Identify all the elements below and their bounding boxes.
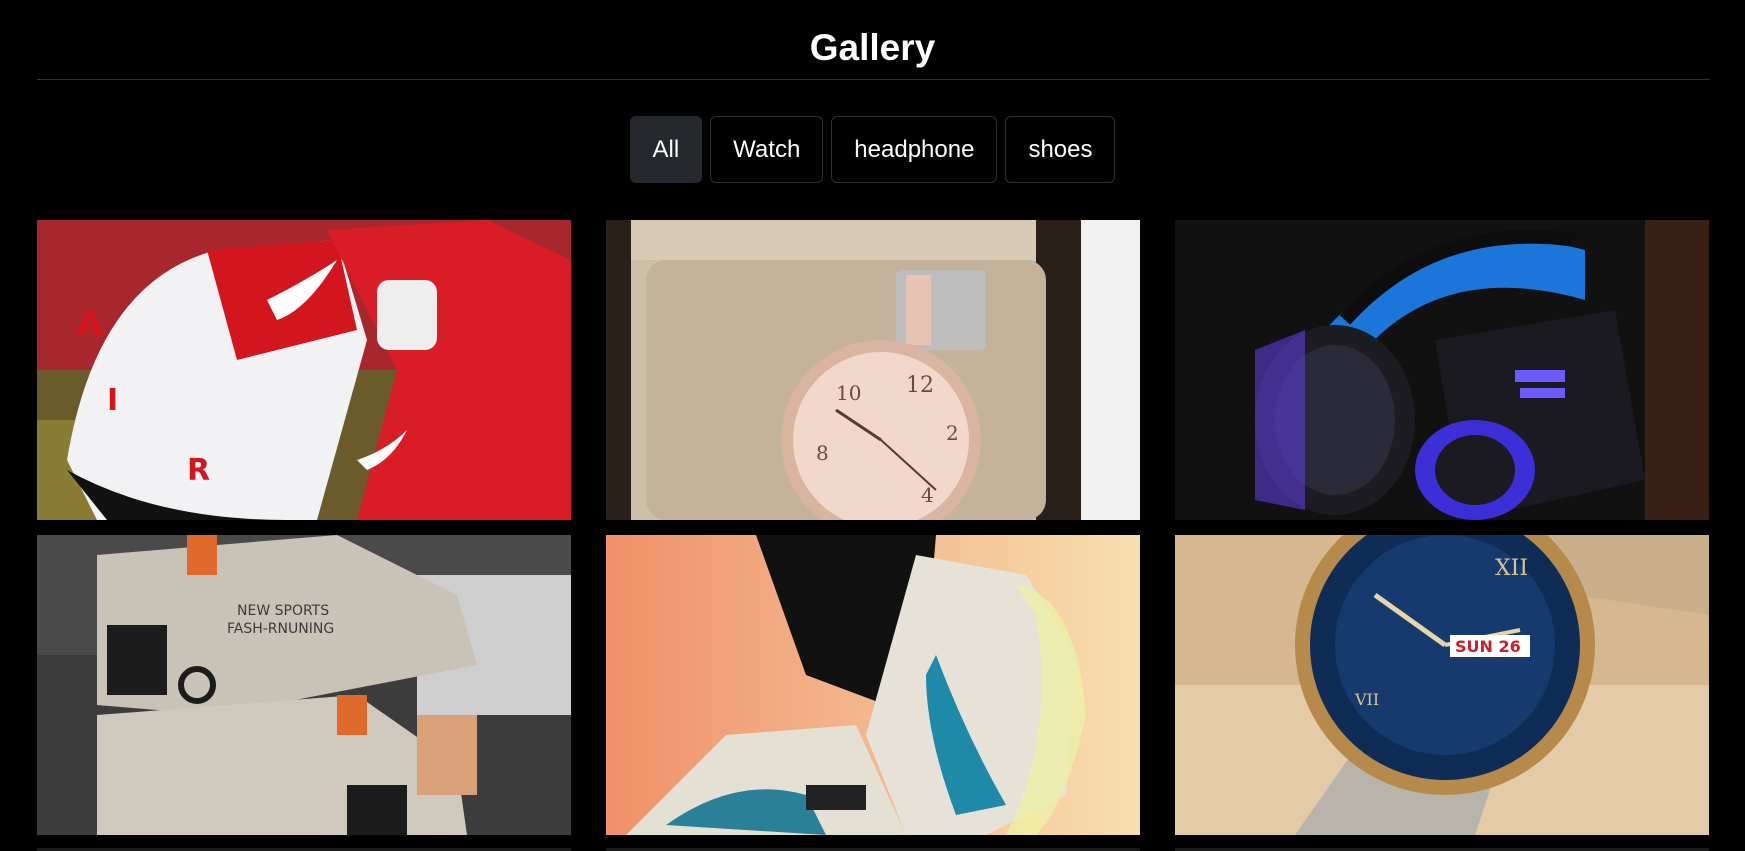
svg-text:XII: XII	[1495, 556, 1528, 581]
svg-text:R: R	[187, 453, 210, 488]
svg-text:SUN 26: SUN 26	[1455, 637, 1521, 656]
headphone-image	[1175, 220, 1709, 520]
filter-all-button[interactable]: All	[629, 116, 703, 183]
filter-bar: All Watch headphone shoes	[0, 116, 1745, 183]
filter-shoes-button[interactable]: shoes	[1005, 116, 1116, 183]
svg-text:8: 8	[816, 441, 829, 465]
svg-text:A: A	[77, 304, 104, 344]
watch-image: SUN 26 XII VII	[1175, 535, 1709, 835]
gallery-item-red-white-sneakers[interactable]: A I R	[37, 220, 571, 520]
gallery-item-rose-gold-watch[interactable]: 10 12 2 8 4	[606, 220, 1140, 520]
title-divider	[37, 79, 1710, 80]
sneaker-image: NEW SPORTS FASH-RNUNING	[37, 535, 571, 835]
gallery-item-running-shoe[interactable]	[606, 535, 1140, 835]
filter-headphone-button[interactable]: headphone	[831, 116, 998, 183]
svg-text:NEW SPORTS: NEW SPORTS	[237, 603, 329, 619]
gallery-item-gaming-headset[interactable]	[1175, 220, 1709, 520]
gallery-grid: A I R 10 12 2 8 4 NEW SPORTS FASH-RNUNIN…	[37, 220, 1710, 835]
svg-text:VII: VII	[1354, 690, 1379, 709]
svg-text:12: 12	[906, 373, 934, 398]
svg-text:2: 2	[946, 421, 959, 445]
gallery-item-grey-sneakers[interactable]: NEW SPORTS FASH-RNUNING	[37, 535, 571, 835]
gallery-page: Gallery All Watch headphone shoes A I R …	[0, 0, 1745, 851]
watch-image: 10 12 2 8 4	[606, 220, 1140, 520]
sneaker-image: A I R	[37, 220, 571, 520]
gallery-item-blue-dial-watch[interactable]: SUN 26 XII VII	[1175, 535, 1709, 835]
svg-text:10: 10	[836, 381, 861, 405]
svg-text:FASH-RNUNING: FASH-RNUNING	[227, 621, 334, 637]
page-title: Gallery	[809, 27, 936, 68]
svg-text:I: I	[107, 383, 118, 418]
sneaker-image	[606, 535, 1140, 835]
filter-watch-button[interactable]: Watch	[710, 116, 824, 183]
